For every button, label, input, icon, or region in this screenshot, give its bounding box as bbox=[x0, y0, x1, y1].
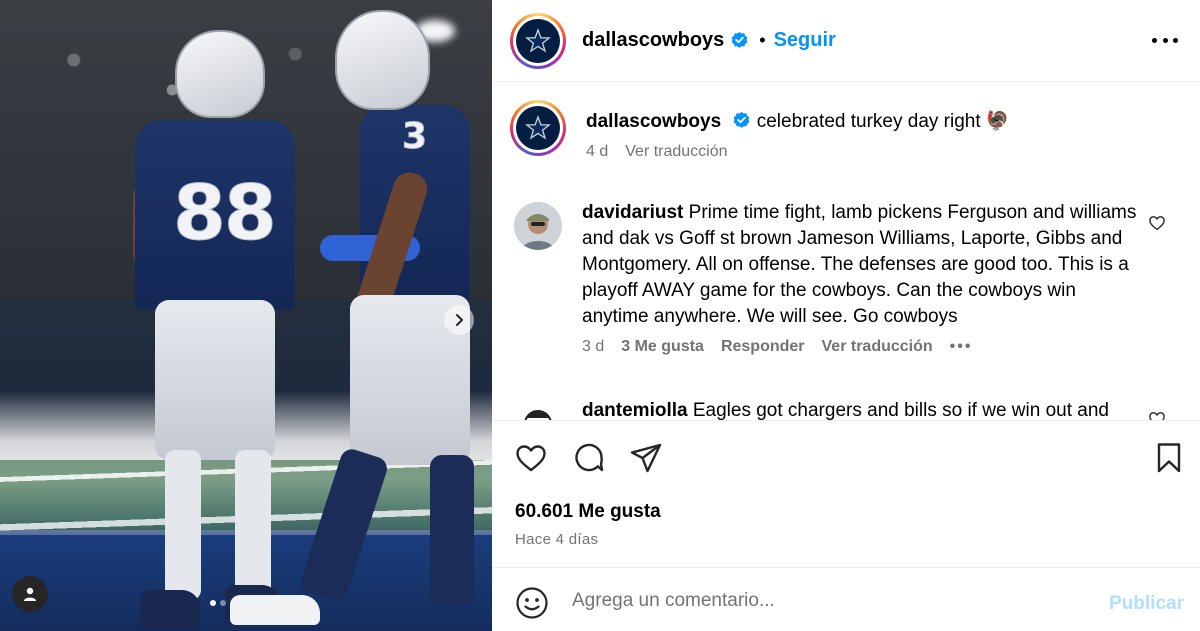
post-image[interactable]: 88 3 bbox=[0, 0, 492, 631]
caption-meta: 4 d Ver traducción bbox=[586, 143, 1146, 161]
post-header: dallascowboys • Seguir bbox=[492, 0, 1200, 82]
player-leg bbox=[430, 455, 474, 605]
carousel-dot bbox=[210, 600, 216, 606]
jersey-number: 3 bbox=[401, 116, 427, 158]
caption-avatar[interactable] bbox=[510, 100, 566, 156]
user-icon bbox=[24, 587, 36, 601]
turkey-emoji: 🦃 bbox=[985, 111, 1010, 132]
player-helmet bbox=[335, 10, 430, 110]
tagged-users-button[interactable] bbox=[12, 576, 48, 612]
avatar[interactable] bbox=[510, 12, 566, 69]
bookmark-icon[interactable] bbox=[1152, 441, 1186, 475]
person-with-cap-image bbox=[514, 202, 562, 250]
follow-button[interactable]: Seguir bbox=[774, 29, 836, 52]
cartoon-face-image bbox=[514, 400, 562, 420]
player-sock bbox=[165, 450, 201, 600]
more-dot-icon bbox=[1173, 37, 1178, 43]
header-separator: • bbox=[759, 30, 766, 50]
comment-like-heart-icon[interactable] bbox=[1148, 410, 1166, 420]
carousel-next-button[interactable] bbox=[444, 305, 474, 335]
verified-badge-icon bbox=[732, 111, 751, 130]
caption-translate-link[interactable]: Ver traducción bbox=[625, 143, 727, 161]
cowboys-star-logo bbox=[516, 106, 560, 150]
header-username[interactable]: dallascowboys bbox=[582, 29, 724, 52]
like-heart-icon[interactable] bbox=[514, 441, 548, 475]
caption-text: celebrated turkey day right bbox=[756, 111, 981, 132]
comment-input[interactable] bbox=[572, 590, 1072, 612]
more-dot-icon bbox=[1152, 37, 1157, 43]
commenter-username[interactable]: davidariust bbox=[582, 202, 683, 223]
comment-translate-link[interactable]: Ver traducción bbox=[822, 338, 933, 356]
reply-button[interactable]: Responder bbox=[721, 338, 805, 356]
chevron-right-icon bbox=[456, 314, 463, 326]
player-helmet bbox=[175, 30, 265, 118]
comment-like-heart-icon[interactable] bbox=[1148, 214, 1166, 232]
carousel-dots bbox=[210, 600, 226, 606]
comment-bubble-icon[interactable] bbox=[572, 441, 606, 475]
commenter-username[interactable]: dantemiolla bbox=[582, 400, 688, 420]
post-panel: dallascowboys • Seguir dallascowboys cel… bbox=[492, 0, 1200, 631]
player-shoe bbox=[140, 590, 200, 628]
post-actions: 60.601 Me gusta Hace 4 días bbox=[492, 420, 1200, 568]
comment-composer: Publicar bbox=[492, 568, 1200, 631]
comment-item: dantemiolla Eagles got chargers and bill… bbox=[510, 398, 1165, 420]
jersey-number: 88 bbox=[173, 168, 278, 258]
comment-item: davidariust Prime time fight, lamb picke… bbox=[510, 200, 1165, 356]
player-shoe bbox=[230, 595, 320, 625]
caption-username[interactable]: dallascowboys bbox=[586, 111, 721, 132]
comments-section[interactable]: dallascowboys celebrated turkey day righ… bbox=[492, 82, 1200, 420]
player-pants bbox=[155, 300, 275, 460]
player-leg bbox=[297, 446, 391, 604]
comment-meta: 3 d 3 Me gusta Responder Ver traducción … bbox=[582, 338, 1142, 356]
more-dot-icon bbox=[1162, 37, 1168, 43]
comment-likes[interactable]: 3 Me gusta bbox=[621, 338, 704, 356]
post-caption: dallascowboys celebrated turkey day righ… bbox=[510, 100, 1146, 161]
comment-text: Eagles got chargers and bills so if we w… bbox=[692, 400, 1109, 420]
publish-button[interactable]: Publicar bbox=[1109, 593, 1184, 615]
player-sock bbox=[235, 450, 271, 600]
emoji-picker-icon[interactable] bbox=[515, 586, 549, 620]
post-date[interactable]: Hace 4 días bbox=[515, 531, 598, 548]
likes-count[interactable]: 60.601 Me gusta bbox=[515, 501, 661, 523]
cowboys-star-logo bbox=[516, 18, 560, 63]
more-options-button[interactable] bbox=[1152, 30, 1178, 50]
share-send-icon[interactable] bbox=[629, 441, 663, 475]
comment-options-button[interactable]: ••• bbox=[950, 338, 973, 356]
carousel-dot bbox=[220, 600, 226, 606]
commenter-avatar[interactable] bbox=[514, 202, 562, 250]
comment-time[interactable]: 3 d bbox=[582, 338, 604, 356]
commenter-avatar[interactable] bbox=[514, 400, 562, 420]
caption-time[interactable]: 4 d bbox=[586, 143, 608, 161]
verified-badge-icon bbox=[730, 31, 749, 50]
